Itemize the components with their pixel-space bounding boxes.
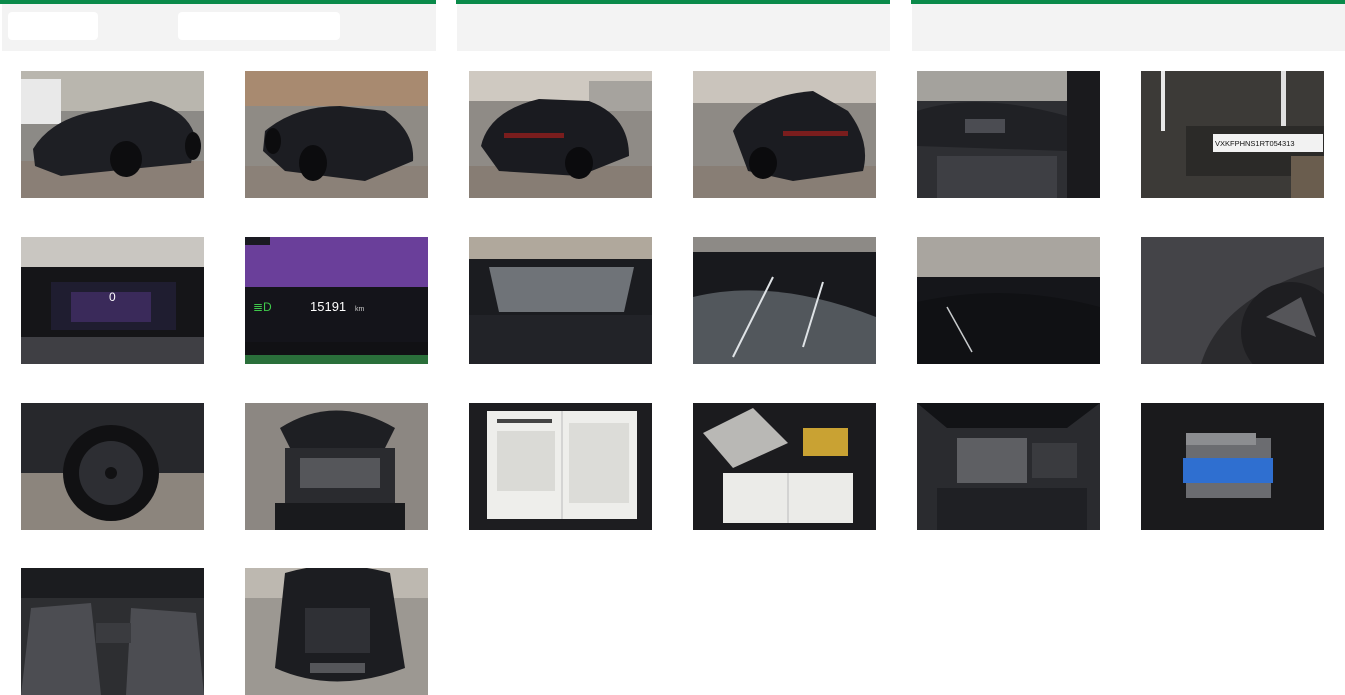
- rear-right-exterior-photo[interactable]: [693, 71, 876, 198]
- roof-rear-photo[interactable]: [917, 237, 1100, 364]
- front-right-exterior-photo[interactable]: [245, 71, 428, 198]
- rear-seats-photo[interactable]: [21, 568, 204, 695]
- header-panel-left: [2, 4, 436, 51]
- cluster-speed: 0: [109, 290, 116, 304]
- engine-bay-open-hood-photo[interactable]: [245, 403, 428, 530]
- service-book-photo[interactable]: [469, 403, 652, 530]
- headlight-indicator: ≣D: [253, 300, 272, 314]
- trunk-accessories-photo[interactable]: [1141, 403, 1324, 530]
- engine-photo[interactable]: [917, 403, 1100, 530]
- header-pill-1[interactable]: [8, 12, 98, 40]
- odometer-value: 15191: [310, 299, 346, 314]
- rear-left-exterior-photo[interactable]: [469, 71, 652, 198]
- odometer-unit: km: [355, 306, 365, 313]
- vin-plate-photo[interactable]: VXKFPHNS1RT054313: [1141, 71, 1324, 198]
- vin-text: VXKFPHNS1RT054313: [1215, 139, 1295, 148]
- documents-photo[interactable]: [693, 403, 876, 530]
- header-pill-2[interactable]: [178, 12, 340, 40]
- front-left-exterior-photo[interactable]: [21, 71, 204, 198]
- wheel-photo[interactable]: [21, 403, 204, 530]
- header-panel-right: [912, 4, 1345, 51]
- interior-dashboard-photo[interactable]: [917, 71, 1100, 198]
- tire-sidewall-photo[interactable]: [1141, 237, 1324, 364]
- windshield-photo[interactable]: [469, 237, 652, 364]
- instrument-cluster-photo[interactable]: 0: [21, 237, 204, 364]
- odometer-photo[interactable]: ≣D 15191 km: [245, 237, 428, 364]
- roof-photo[interactable]: [693, 237, 876, 364]
- open-trunk-photo[interactable]: [245, 568, 428, 695]
- header-panel-middle: [457, 4, 890, 51]
